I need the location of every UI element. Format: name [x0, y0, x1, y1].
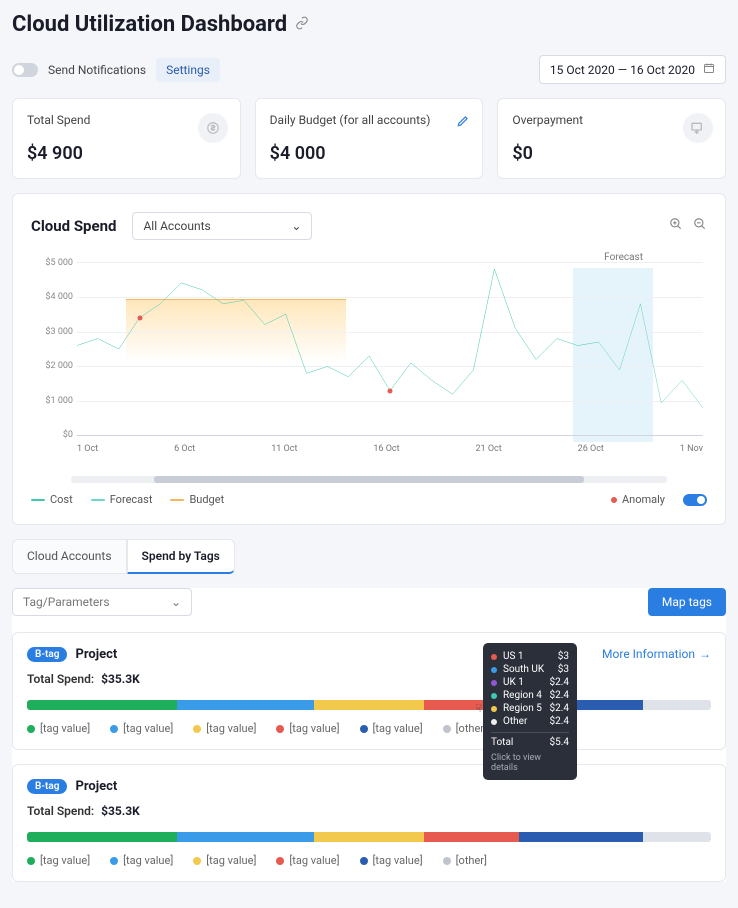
card-daily-budget: Daily Budget (for all accounts) $4 000: [255, 98, 484, 179]
date-range-value: 15 Oct 2020 — 16 Oct 2020: [550, 63, 695, 77]
card-daily-budget-value: $4 000: [270, 143, 469, 164]
project-legend: [tag value] [tag value] [tag value] [tag va…: [27, 722, 711, 735]
project-legend: [tag value] [tag value] [tag value] [tag va…: [27, 854, 711, 867]
project-tag-badge: B-tag: [27, 779, 67, 794]
anomaly-dot[interactable]: [388, 388, 393, 393]
bar-segment[interactable]: [177, 700, 314, 710]
map-tags-button[interactable]: Map tags: [648, 588, 726, 616]
notifications-toggle[interactable]: [12, 63, 38, 77]
x-axis: 1 Oct6 Oct11 Oct16 Oct21 Oct26 Oct1 Nov: [77, 444, 703, 458]
bar-segment[interactable]: [643, 832, 711, 842]
date-range-picker[interactable]: 15 Oct 2020 — 16 Oct 2020: [539, 55, 726, 84]
total-spend-value: $35.3K: [101, 804, 140, 818]
card-overpayment-value: $0: [512, 143, 711, 164]
legend-item: [tag value]: [27, 722, 90, 735]
total-spend-label: Total Spend:: [27, 804, 94, 818]
legend-anomaly: Anomaly: [622, 493, 665, 506]
bar-segment[interactable]: [314, 832, 423, 842]
card-total-spend: Total Spend $4 900: [12, 98, 241, 179]
pencil-icon[interactable]: [456, 113, 470, 132]
legend-forecast: Forecast: [110, 493, 153, 506]
notifications-label: Send Notifications: [48, 63, 146, 77]
tag-parameters-select[interactable]: Tag/Parameters ⌄: [12, 588, 192, 616]
project-tag-badge: B-tag: [27, 647, 67, 662]
card-daily-budget-title: Daily Budget (for all accounts): [270, 113, 431, 127]
legend-item: [tag value]: [193, 722, 256, 735]
bar-segment[interactable]: [424, 832, 520, 842]
cloud-spend-chart[interactable]: Forecast $5 000$4 000$3 000$2 000$1 000$…: [31, 258, 707, 458]
tab-cloud-accounts[interactable]: Cloud Accounts: [12, 539, 127, 574]
y-axis: $5 000$4 000$3 000$2 000$1 000$0: [31, 258, 73, 440]
card-total-spend-value: $4 900: [27, 143, 226, 164]
page-title: Cloud Utilization Dashboard: [12, 12, 287, 37]
chart-scrollbar[interactable]: [71, 476, 667, 483]
tab-spend-by-tags[interactable]: Spend by Tags: [127, 539, 235, 574]
chevron-down-icon: ⌄: [291, 219, 301, 233]
legend-item: [tag value]: [360, 854, 423, 867]
bar-segment[interactable]: [519, 832, 642, 842]
card-overpayment-title: Overpayment: [512, 113, 711, 127]
legend-item: [tag value]: [110, 722, 173, 735]
total-spend-label: Total Spend:: [27, 672, 94, 686]
legend-item: [tag value]: [360, 722, 423, 735]
dollar-icon: [198, 113, 228, 143]
account-select-value: All Accounts: [143, 219, 210, 233]
legend-item: [tag value]: [276, 722, 339, 735]
tooltip: US 1$3South UK$3UK 1$2.4Region 4$2.4Regi…: [483, 643, 577, 780]
chart-plot[interactable]: [77, 262, 703, 436]
cloud-spend-panel: Cloud Spend All Accounts ⌄ Forecast $5 0…: [12, 193, 726, 525]
arrow-right-icon: →: [699, 647, 711, 661]
overpayment-icon: [683, 113, 713, 143]
bar-segment[interactable]: [27, 832, 177, 842]
anomaly-dot[interactable]: [137, 315, 142, 320]
tag-parameters-value: Tag/Parameters: [23, 595, 110, 609]
cloud-spend-title: Cloud Spend: [31, 217, 116, 235]
bar-segment[interactable]: [27, 700, 177, 710]
card-total-spend-title: Total Spend: [27, 113, 226, 127]
project-title: Project: [75, 779, 117, 794]
total-spend-value: $35.3K: [101, 672, 140, 686]
chart-legend: Cost Forecast Budget Anomaly: [31, 493, 707, 506]
legend-item: [other]: [443, 722, 487, 735]
calendar-icon: [703, 62, 715, 77]
legend-item: [tag value]: [27, 854, 90, 867]
settings-button[interactable]: Settings: [156, 58, 220, 82]
zoom-in-icon[interactable]: [669, 217, 683, 235]
project-card: More Information→ US 1$3South UK$3UK 1$2…: [12, 632, 726, 750]
account-select[interactable]: All Accounts ⌄: [132, 212, 312, 240]
bar-segment[interactable]: [643, 700, 711, 710]
legend-item: [tag value]: [110, 854, 173, 867]
chevron-down-icon: ⌄: [171, 595, 181, 609]
bar-segment[interactable]: [314, 700, 423, 710]
link-icon[interactable]: [295, 15, 309, 34]
card-overpayment: Overpayment $0: [497, 98, 726, 179]
more-information-link[interactable]: More Information→: [602, 647, 711, 661]
project-title: Project: [75, 647, 117, 662]
zoom-out-icon[interactable]: [693, 217, 707, 235]
project-card: B-tag Project Total Spend: $35.3K [tag v…: [12, 764, 726, 882]
cursor-icon: ☟: [475, 702, 482, 715]
legend-item: [tag value]: [276, 854, 339, 867]
anomaly-toggle[interactable]: [683, 494, 707, 506]
stacked-bar[interactable]: [27, 700, 711, 710]
legend-item: [other]: [443, 854, 487, 867]
bar-segment[interactable]: [177, 832, 314, 842]
chart-scrollbar-thumb[interactable]: [154, 476, 583, 483]
legend-item: [tag value]: [193, 854, 256, 867]
legend-cost: Cost: [50, 493, 73, 506]
legend-budget: Budget: [189, 493, 224, 506]
stacked-bar[interactable]: [27, 832, 711, 842]
